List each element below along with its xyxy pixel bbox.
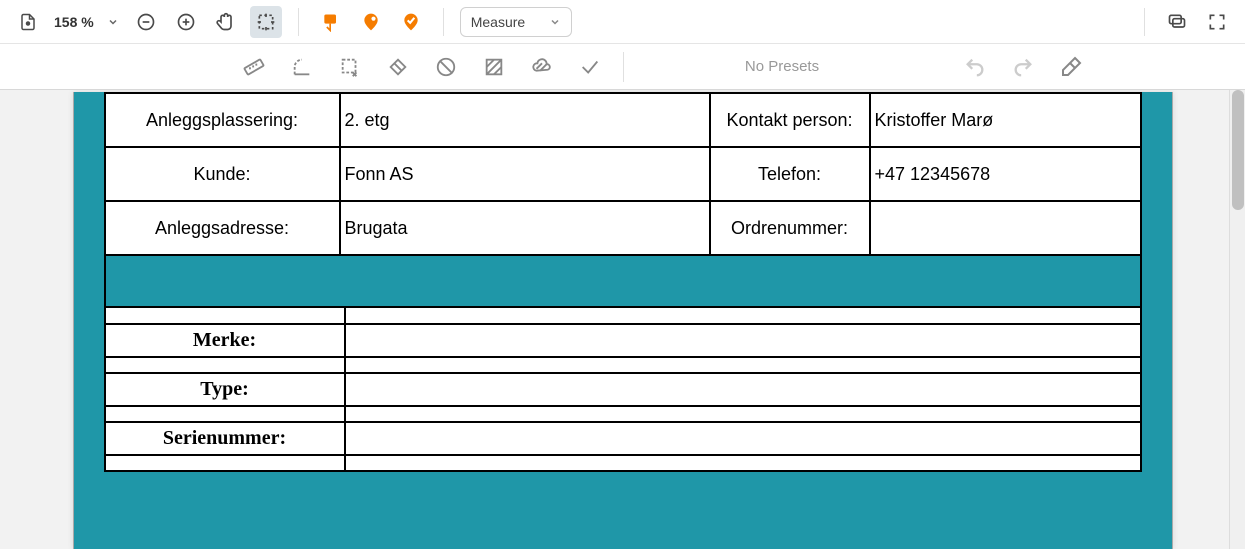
table-row: Merke: bbox=[105, 324, 1141, 357]
eraser-icon[interactable] bbox=[1056, 52, 1086, 82]
check-icon[interactable] bbox=[575, 52, 605, 82]
label-merke: Merke: bbox=[105, 324, 345, 357]
label-anleggsplassering: Anleggsplassering: bbox=[105, 93, 340, 147]
comment-pin-icon[interactable] bbox=[355, 6, 387, 38]
value-serienummer[interactable] bbox=[345, 422, 1141, 455]
header-form-table: Anleggsplassering: 2. etg Kontakt person… bbox=[104, 92, 1142, 256]
value-merke[interactable] bbox=[345, 324, 1141, 357]
arc-tool-icon[interactable] bbox=[287, 52, 317, 82]
label-telefon: Telefon: bbox=[710, 147, 870, 201]
value-ordrenummer[interactable] bbox=[870, 201, 1141, 255]
table-row: Kunde: Fonn AS Telefon: +47 12345678 bbox=[105, 147, 1141, 201]
zoom-out-button[interactable] bbox=[130, 6, 162, 38]
value-kunde[interactable]: Fonn AS bbox=[340, 147, 710, 201]
value-type[interactable] bbox=[345, 373, 1141, 406]
value-telefon[interactable]: +47 12345678 bbox=[870, 147, 1141, 201]
eraser1-icon[interactable] bbox=[383, 52, 413, 82]
preset-selector[interactable]: No Presets bbox=[642, 50, 922, 84]
table-row: Serienummer: bbox=[105, 422, 1141, 455]
redo-icon[interactable] bbox=[1008, 52, 1038, 82]
label-anleggsadresse: Anleggsadresse: bbox=[105, 201, 340, 255]
no-entry-icon[interactable] bbox=[431, 52, 461, 82]
zoom-chevron-icon[interactable] bbox=[104, 13, 122, 31]
hatch-square-icon[interactable] bbox=[479, 52, 509, 82]
main-toolbar: 158 % Measure bbox=[0, 0, 1245, 44]
sub-toolbar: No Presets bbox=[0, 44, 1245, 90]
select-area-icon[interactable] bbox=[335, 52, 365, 82]
measure-dropdown[interactable]: Measure bbox=[460, 7, 572, 37]
table-row bbox=[105, 308, 1141, 324]
cloud-hatch-icon[interactable] bbox=[527, 52, 557, 82]
input-cell-anleggsadresse[interactable] bbox=[340, 201, 710, 255]
subtoolbar-divider bbox=[623, 52, 624, 82]
label-ordrenummer: Ordrenummer: bbox=[710, 201, 870, 255]
measure-label: Measure bbox=[471, 14, 525, 30]
undo-icon[interactable] bbox=[960, 52, 990, 82]
document-page: Anleggsplassering: 2. etg Kontakt person… bbox=[73, 92, 1173, 549]
toolbar-divider bbox=[1144, 8, 1145, 36]
table-row: Anleggsplassering: 2. etg Kontakt person… bbox=[105, 93, 1141, 147]
zoom-level: 158 % bbox=[52, 14, 96, 30]
hand-tool-icon[interactable] bbox=[210, 6, 242, 38]
label-kunde: Kunde: bbox=[105, 147, 340, 201]
table-row bbox=[105, 357, 1141, 373]
value-anleggsplassering[interactable]: 2. etg bbox=[340, 93, 710, 147]
table-row bbox=[105, 455, 1141, 471]
scrollbar-thumb[interactable] bbox=[1232, 90, 1244, 210]
anleggsadresse-input[interactable] bbox=[341, 202, 709, 254]
preset-label: No Presets bbox=[745, 58, 819, 75]
label-type: Type: bbox=[105, 373, 345, 406]
label-serienummer: Serienummer: bbox=[105, 422, 345, 455]
table-row bbox=[105, 406, 1141, 422]
check-pin-icon[interactable] bbox=[395, 6, 427, 38]
comments-panel-icon[interactable] bbox=[1161, 6, 1193, 38]
toolbar-divider bbox=[298, 8, 299, 36]
label-kontakt-person: Kontakt person: bbox=[710, 93, 870, 147]
select-tool-icon[interactable] bbox=[250, 6, 282, 38]
fullscreen-icon[interactable] bbox=[1201, 6, 1233, 38]
pin-tool-icon[interactable] bbox=[315, 6, 347, 38]
ruler-icon[interactable] bbox=[239, 52, 269, 82]
section-gap bbox=[104, 256, 1142, 308]
table-row: Type: bbox=[105, 373, 1141, 406]
document-viewport: Anleggsplassering: 2. etg Kontakt person… bbox=[0, 90, 1245, 549]
table-row: Anleggsadresse: Ordrenummer: bbox=[105, 201, 1141, 255]
page-settings-icon[interactable] bbox=[12, 6, 44, 38]
value-kontakt-person[interactable]: Kristoffer Marø bbox=[870, 93, 1141, 147]
equipment-table: Merke: Type: Serienummer: bbox=[104, 308, 1142, 472]
vertical-scrollbar[interactable] bbox=[1229, 90, 1245, 549]
toolbar-divider bbox=[443, 8, 444, 36]
zoom-in-button[interactable] bbox=[170, 6, 202, 38]
